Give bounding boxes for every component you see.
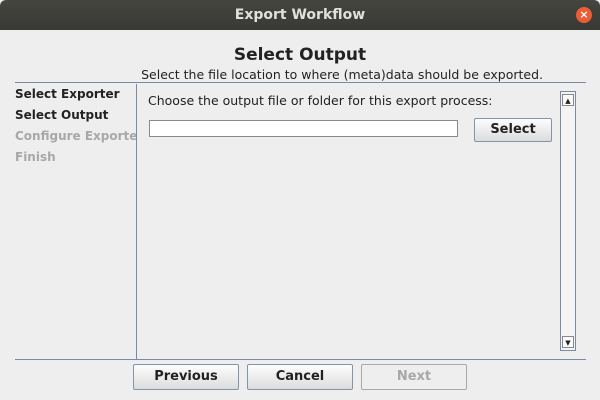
footer-divider [15, 359, 586, 360]
dialog-body: Select Output Select the file location t… [0, 30, 600, 400]
title-bar: Export Workflow × [0, 0, 600, 30]
select-button[interactable]: Select [474, 118, 552, 142]
step-select-output: Select Output [15, 108, 109, 122]
page-subtitle: Select the file location to where (meta)… [141, 67, 543, 82]
step-configure-exporter: Configure Exporter [15, 129, 136, 143]
output-path-input[interactable] [149, 120, 458, 137]
header-divider [15, 82, 586, 83]
page-title: Select Output [233, 45, 367, 65]
scroll-up-icon[interactable]: ▲ [562, 94, 574, 106]
output-prompt: Choose the output file or folder for thi… [148, 93, 493, 108]
close-button[interactable]: × [576, 7, 592, 23]
content-panel: Choose the output file or folder for thi… [137, 84, 560, 359]
cancel-button[interactable]: Cancel [247, 364, 353, 390]
step-select-exporter: Select Exporter [15, 87, 120, 101]
close-icon: × [579, 8, 589, 21]
scroll-down-icon[interactable]: ▼ [562, 336, 574, 348]
vertical-scrollbar[interactable]: ▲ ▼ [560, 91, 576, 351]
previous-button[interactable]: Previous [133, 364, 239, 390]
steps-panel: Select Exporter Select Output Configure … [15, 84, 136, 359]
next-button[interactable]: Next [361, 364, 467, 390]
step-finish: Finish [15, 150, 56, 164]
window-title: Export Workflow [234, 7, 366, 23]
